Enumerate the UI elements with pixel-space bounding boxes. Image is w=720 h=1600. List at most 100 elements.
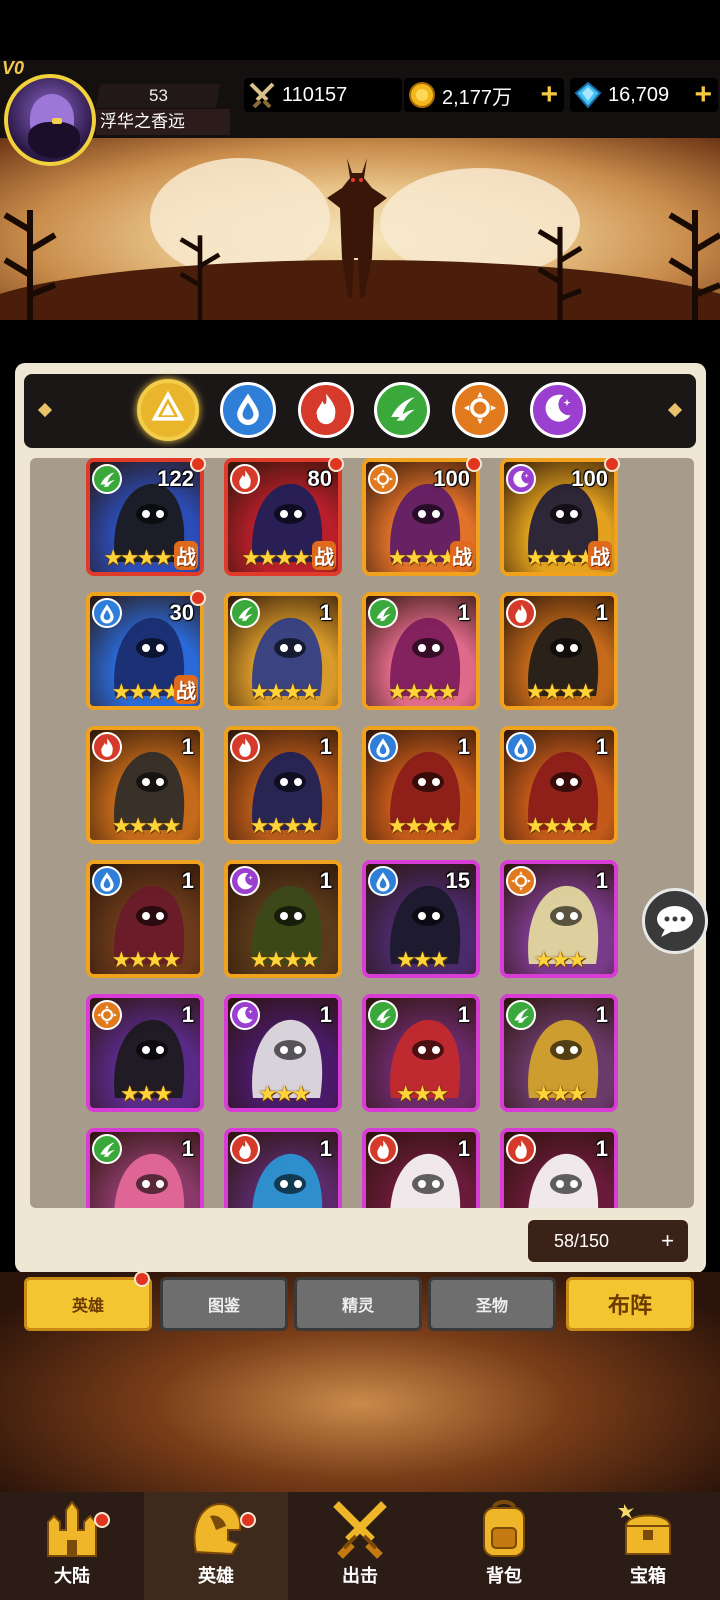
hero-level: 1	[457, 600, 470, 625]
light-element-icon	[462, 390, 498, 431]
dark-element-icon	[230, 866, 260, 896]
hero-level: 1	[181, 1136, 194, 1161]
hero-level: 1	[181, 1002, 194, 1027]
castle-icon	[47, 1500, 97, 1557]
hero-grid[interactable]: 122 ★★★★★ 战 80 ★★★★★ 战 100 ★★★★ 战 100 ★★…	[30, 458, 694, 1208]
nav-continent[interactable]: 大陆	[0, 1492, 144, 1600]
hero-card[interactable]: 122 ★★★★★ 战	[86, 458, 204, 576]
water-element-icon	[92, 866, 122, 896]
hero-star-rating: ★★★★	[249, 813, 320, 838]
hero-card[interactable]: 1 ★★★	[224, 994, 342, 1112]
nav-battle[interactable]: 出击	[288, 1492, 432, 1600]
tab-heroes[interactable]: 英雄	[24, 1277, 152, 1331]
water-element-icon	[230, 390, 266, 431]
hero-level: 1	[181, 868, 194, 893]
hero-star-rating: ★★★	[257, 1081, 311, 1106]
hero-card[interactable]: 1 ★★★	[500, 994, 618, 1112]
hero-card[interactable]: 1	[224, 1128, 342, 1208]
hero-star-rating: ★★★★	[111, 813, 182, 838]
notification-dot	[134, 1271, 150, 1287]
add-gems-button[interactable]: +	[694, 80, 712, 110]
gold-counter: 2,177万 +	[404, 78, 564, 112]
hero-capacity-value: 58/150	[554, 1230, 610, 1251]
hero-card[interactable]: 1	[86, 1128, 204, 1208]
hero-card[interactable]: 80 ★★★★★ 战	[224, 458, 342, 576]
add-gold-button[interactable]: +	[540, 80, 558, 110]
light-element-icon	[368, 464, 398, 494]
water-element-icon	[506, 732, 536, 762]
notification-dot	[94, 1512, 110, 1528]
bottom-navigation: 大陆 英雄 出击 背包 宝箱	[0, 1492, 720, 1600]
filter-water[interactable]	[220, 382, 276, 438]
gem-value: 16,709	[608, 83, 670, 106]
deployed-badge: 战	[588, 541, 612, 570]
player-avatar[interactable]	[4, 74, 96, 166]
chat-button[interactable]	[642, 888, 708, 954]
hero-star-rating: ★★★★	[525, 813, 596, 838]
hero-star-rating: ★★★★	[249, 947, 320, 972]
hero-card[interactable]: 1 ★★★	[86, 994, 204, 1112]
vip-level: V0	[2, 58, 25, 78]
tab-codex[interactable]: 图鉴	[160, 1277, 288, 1331]
dark-element-icon	[230, 1000, 260, 1030]
tab-spirits[interactable]: 精灵	[294, 1277, 422, 1331]
hero-star-rating: ★★★★	[387, 679, 458, 704]
hero-card[interactable]: 1	[500, 1128, 618, 1208]
filter-dark[interactable]	[530, 382, 586, 438]
hero-card[interactable]: 1 ★★★★	[224, 726, 342, 844]
filter-all[interactable]	[137, 379, 199, 441]
hero-level: 122	[157, 466, 194, 491]
hero-card[interactable]: 1 ★★★★	[500, 726, 618, 844]
nav-treasure[interactable]: 宝箱	[576, 1492, 720, 1600]
hero-card[interactable]: 1	[362, 1128, 480, 1208]
hero-star-rating: ★★★★	[387, 813, 458, 838]
hero-level: 30	[169, 600, 194, 625]
hero-banner	[0, 138, 720, 320]
hero-level: 1	[181, 734, 194, 759]
hero-card[interactable]: 15 ★★★	[362, 860, 480, 978]
formation-button[interactable]: 布阵	[566, 1277, 694, 1331]
leaf-plant-center	[179, 235, 221, 320]
water-element-icon	[368, 732, 398, 762]
nav-continent-label: 大陆	[54, 1566, 90, 1586]
hero-card[interactable]: 1 ★★★★	[224, 592, 342, 710]
nav-backpack[interactable]: 背包	[432, 1492, 576, 1600]
fire-element-icon	[230, 1134, 260, 1164]
filter-wind[interactable]	[374, 382, 430, 438]
fire-element-icon	[506, 598, 536, 628]
filter-light[interactable]	[452, 382, 508, 438]
hero-star-rating: ★★★	[119, 1081, 173, 1106]
hero-level: 1	[595, 734, 608, 759]
hero-card[interactable]: 1 ★★★	[362, 994, 480, 1112]
leaf-plant-far-right	[668, 210, 720, 320]
treasure-chest-icon	[618, 1504, 672, 1555]
hero-card[interactable]: 30 ★★★★ 战	[86, 592, 204, 710]
hero-card[interactable]: 1 ★★★★	[362, 726, 480, 844]
chat-bubble-icon	[657, 906, 693, 937]
hero-level: 1	[319, 868, 332, 893]
hero-card[interactable]: 1 ★★★	[500, 860, 618, 978]
hero-card[interactable]: 1 ★★★★	[500, 592, 618, 710]
hero-level: 80	[307, 466, 332, 491]
avatar-eye	[52, 118, 62, 124]
hero-level: 15	[445, 868, 470, 893]
nav-heroes[interactable]: 英雄	[144, 1492, 288, 1600]
leaf-plant-right	[537, 226, 583, 320]
expand-capacity-button[interactable]: +	[661, 1228, 674, 1254]
hero-card[interactable]: 1 ★★★★	[224, 860, 342, 978]
hero-card[interactable]: 1 ★★★★	[362, 592, 480, 710]
nav-treasure-label: 宝箱	[630, 1566, 666, 1586]
nav-backpack-label: 背包	[486, 1566, 522, 1586]
water-element-icon	[92, 598, 122, 628]
combat-power-value: 110157	[282, 83, 348, 106]
hero-card[interactable]: 100 ★★★★ 战	[500, 458, 618, 576]
filter-fire[interactable]	[298, 382, 354, 438]
hero-card[interactable]: 1 ★★★★	[86, 726, 204, 844]
hero-star-rating: ★★★★	[249, 679, 320, 704]
tab-relics[interactable]: 圣物	[428, 1277, 556, 1331]
hero-card[interactable]: 1 ★★★★	[86, 860, 204, 978]
hero-level: 1	[457, 734, 470, 759]
gem-icon	[572, 79, 604, 111]
hero-card[interactable]: 100 ★★★★ 战	[362, 458, 480, 576]
hero-capacity[interactable]: 58/150 +	[528, 1220, 688, 1262]
